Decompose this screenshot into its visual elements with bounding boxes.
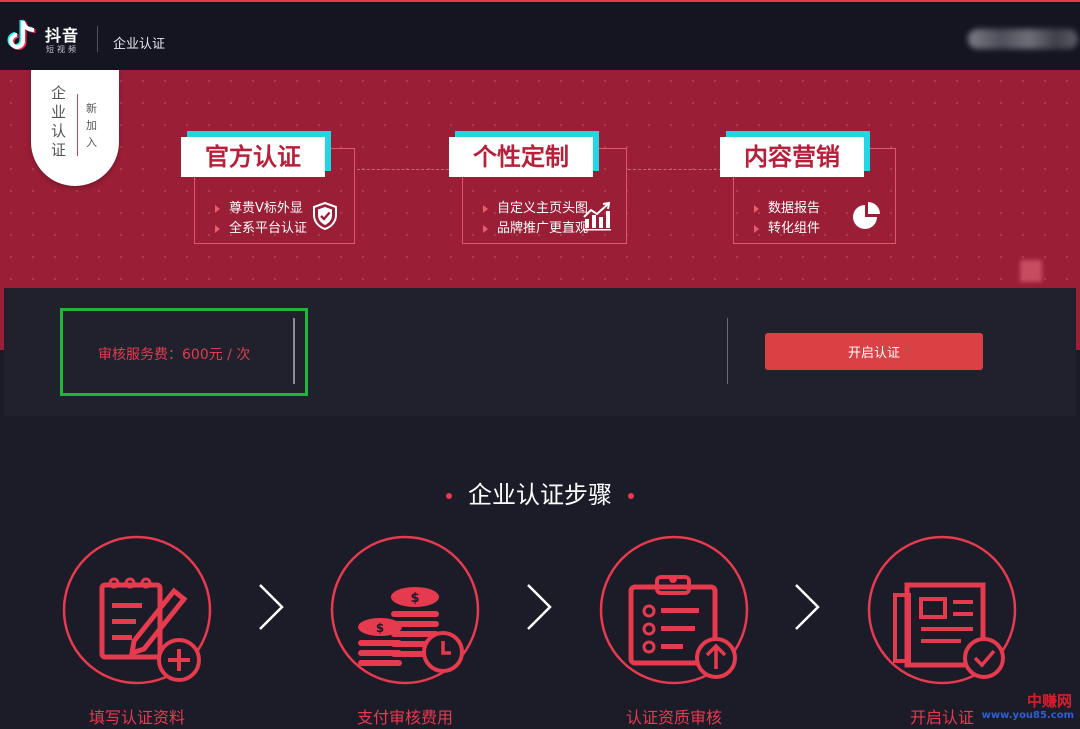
heading-dot bbox=[628, 493, 634, 499]
badge-main-text: 企业认证 bbox=[51, 84, 67, 159]
steps-title-text: 企业认证步骤 bbox=[468, 481, 612, 509]
site-watermark: 中赚网 www.you85.com bbox=[978, 690, 1078, 726]
feature-item: 转化组件 bbox=[754, 219, 820, 239]
logo-subtext: 短视频 bbox=[46, 45, 79, 54]
header-divider bbox=[97, 26, 98, 52]
clipboard-upload-icon bbox=[599, 535, 749, 685]
pie-chart-icon bbox=[853, 202, 880, 229]
feature-title: 个性定制 bbox=[449, 137, 593, 177]
douyin-logo-icon[interactable] bbox=[6, 18, 40, 56]
page-title: 企业认证 bbox=[113, 37, 166, 52]
step-label: 认证资质审核 bbox=[625, 708, 722, 727]
feature-card-marketing: 内容营销 数据报告 转化组件 bbox=[720, 137, 896, 244]
chevron-right-icon bbox=[259, 584, 284, 630]
step-label: 支付审核费用 bbox=[356, 708, 453, 727]
svg-text:$: $ bbox=[410, 591, 419, 606]
feature-card-official: 官方认证 尊贵V标外显 全系平台认证 bbox=[181, 137, 355, 244]
shield-check-icon bbox=[313, 201, 337, 231]
feature-card-custom: 个性定制 自定义主页头图 品牌推广更直观 bbox=[449, 137, 627, 244]
bar-chart-trend-icon bbox=[583, 201, 611, 231]
svg-text:$: $ bbox=[376, 621, 384, 635]
panel-divider bbox=[727, 318, 728, 384]
fee-text: 审核服务费：600元 / 次 bbox=[98, 347, 251, 363]
form-edit-add-icon bbox=[62, 535, 212, 685]
blurred-element bbox=[1020, 260, 1042, 282]
feature-title: 官方认证 bbox=[181, 137, 325, 177]
start-certification-button[interactable]: 开启认证 bbox=[765, 333, 983, 370]
top-navigation-bar: 抖音 短视频 企业认证 bbox=[0, 0, 1080, 70]
feature-item: 自定义主页头图 bbox=[483, 199, 588, 219]
chevron-right-icon bbox=[795, 584, 820, 630]
feature-connector bbox=[357, 169, 449, 170]
feature-item: 全系平台认证 bbox=[215, 219, 307, 239]
watermark-url: www.you85.com bbox=[981, 710, 1074, 721]
logo-text: 抖音 bbox=[45, 26, 80, 45]
badge-divider bbox=[77, 94, 78, 156]
feature-item: 品牌推广更直观 bbox=[483, 219, 588, 239]
watermark-cn: 中赚网 bbox=[1026, 692, 1072, 710]
step-label: 填写认证资料 bbox=[88, 708, 185, 727]
user-account-blurred[interactable] bbox=[968, 29, 1078, 49]
feature-item: 尊贵V标外显 bbox=[215, 199, 307, 219]
badge-side-text: 新加入 bbox=[86, 102, 97, 149]
feature-connector bbox=[628, 169, 732, 170]
heading-dot bbox=[446, 493, 452, 499]
fee-divider bbox=[293, 318, 295, 384]
chevron-right-icon bbox=[527, 584, 552, 630]
steps-heading: 企业认证步骤 bbox=[0, 475, 1080, 510]
new-badge: 企业认证 新加入 bbox=[31, 70, 119, 186]
document-check-icon bbox=[867, 535, 1017, 685]
feature-item: 数据报告 bbox=[754, 199, 820, 219]
feature-title: 内容营销 bbox=[720, 137, 864, 177]
coins-clock-icon: $ $ bbox=[330, 535, 480, 685]
